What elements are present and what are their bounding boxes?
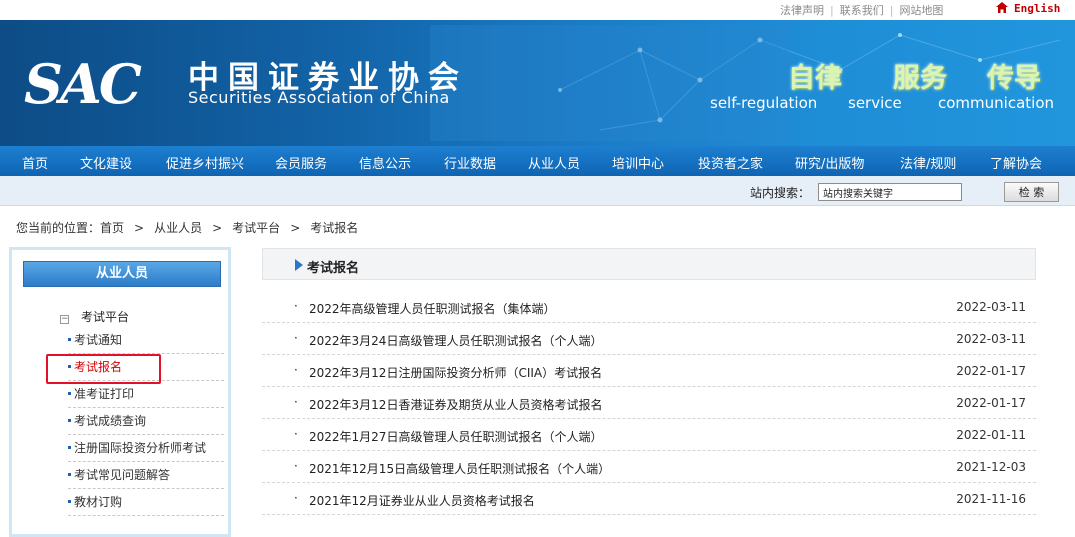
sidebar-item-score-query[interactable]: 考试成绩查询 bbox=[68, 409, 224, 435]
search-label: 站内搜索： bbox=[750, 186, 811, 200]
breadcrumb-home[interactable]: 首页 bbox=[100, 221, 124, 235]
bullet-icon bbox=[68, 338, 71, 341]
news-date: 2022-01-11 bbox=[956, 428, 1026, 442]
highlight-annotation-box bbox=[46, 354, 161, 384]
search-input[interactable] bbox=[818, 183, 962, 201]
search-button[interactable]: 检 索 bbox=[1004, 182, 1059, 202]
sidebar-item-label: 考试常见问题解答 bbox=[74, 468, 171, 482]
main-nav: 首页 文化建设 促进乡村振兴 会员服务 信息公示 行业数据 从业人员 培训中心 … bbox=[0, 146, 1075, 176]
news-date: 2022-03-11 bbox=[956, 332, 1026, 346]
breadcrumb-practitioners[interactable]: 从业人员 bbox=[154, 221, 202, 235]
news-date: 2021-12-03 bbox=[956, 460, 1026, 474]
language-label: English bbox=[1014, 2, 1061, 15]
nav-item-industry-data[interactable]: 行业数据 bbox=[444, 153, 496, 172]
sidebar-group-exam-platform[interactable]: − 考试平台 bbox=[60, 308, 129, 325]
nav-item-about[interactable]: 了解协会 bbox=[990, 153, 1042, 172]
news-date: 2022-01-17 bbox=[956, 364, 1026, 378]
content-header: 考试报名 bbox=[262, 248, 1036, 280]
news-date: 2022-01-17 bbox=[956, 396, 1026, 410]
nav-item-research[interactable]: 研究/出版物 bbox=[795, 153, 864, 172]
header-banner: SAC 中国证券业协会 Securities Association of Ch… bbox=[0, 20, 1075, 146]
language-switch[interactable]: English bbox=[996, 2, 1060, 15]
sac-logo[interactable]: SAC bbox=[24, 52, 142, 116]
news-title[interactable]: 2022年1月27日高级管理人员任职测试报名（个人端） bbox=[309, 428, 602, 445]
home-icon bbox=[996, 2, 1008, 13]
news-title[interactable]: 2022年3月24日高级管理人员任职测试报名（个人端） bbox=[309, 332, 602, 349]
nav-item-training[interactable]: 培训中心 bbox=[612, 153, 664, 172]
content-title: 考试报名 bbox=[307, 261, 360, 276]
sidebar-item-label: 考试通知 bbox=[74, 333, 123, 347]
nav-item-laws[interactable]: 法律/规则 bbox=[900, 153, 956, 172]
sidebar-item-exam-notice[interactable]: 考试通知 bbox=[68, 328, 224, 354]
slogan-communication-en: communication bbox=[938, 94, 1055, 112]
news-item[interactable]: · 2022年3月24日高级管理人员任职测试报名（个人端） 2022-03-11 bbox=[262, 323, 1036, 355]
breadcrumb-separator: > bbox=[212, 221, 223, 235]
slogan-self-regulation-en: self-regulation bbox=[710, 94, 818, 112]
news-item[interactable]: · 2022年1月27日高级管理人员任职测试报名（个人端） 2022-01-11 bbox=[262, 419, 1036, 451]
breadcrumb-exam-platform[interactable]: 考试平台 bbox=[232, 221, 280, 235]
triangle-icon bbox=[295, 259, 303, 271]
news-title[interactable]: 2022年3月12日香港证券及期货从业人员资格考试报名 bbox=[309, 396, 602, 413]
news-title[interactable]: 2021年12月15日高级管理人员任职测试报名（个人端） bbox=[309, 460, 610, 477]
news-item[interactable]: · 2022年高级管理人员任职测试报名（集体端） 2022-03-11 bbox=[262, 291, 1036, 323]
sidebar-group-label: 考试平台 bbox=[81, 310, 130, 324]
search-bar: 站内搜索： 检 索 bbox=[0, 176, 1075, 206]
slogan-communication-cn: 传导 bbox=[987, 63, 1041, 94]
nav-item-home[interactable]: 首页 bbox=[22, 153, 48, 172]
breadcrumb-prefix: 您当前的位置： bbox=[16, 221, 101, 235]
breadcrumb: 您当前的位置：首页 > 从业人员 > 考试平台 > 考试报名 bbox=[16, 219, 358, 236]
sidebar-item-textbook-order[interactable]: 教材订购 bbox=[68, 490, 224, 516]
contact-us-link[interactable]: 联系我们 bbox=[840, 4, 884, 17]
slogan-service-cn: 服务 bbox=[893, 63, 947, 94]
news-date: 2022-03-11 bbox=[956, 300, 1026, 314]
news-date: 2021-11-16 bbox=[956, 492, 1026, 506]
nav-item-practitioners[interactable]: 从业人员 bbox=[528, 153, 580, 172]
slogan-service-en: service bbox=[848, 94, 902, 112]
nav-item-culture[interactable]: 文化建设 bbox=[80, 153, 132, 172]
breadcrumb-separator: > bbox=[134, 221, 145, 235]
nav-item-rural-revitalization[interactable]: 促进乡村振兴 bbox=[166, 153, 244, 172]
news-title[interactable]: 2022年高级管理人员任职测试报名（集体端） bbox=[309, 300, 556, 317]
nav-item-member-services[interactable]: 会员服务 bbox=[275, 153, 327, 172]
nav-item-investors[interactable]: 投资者之家 bbox=[698, 153, 763, 172]
bullet-icon bbox=[68, 446, 71, 449]
bullet-icon bbox=[68, 419, 71, 422]
sidebar-item-label: 准考证打印 bbox=[74, 387, 135, 401]
breadcrumb-separator: > bbox=[290, 221, 301, 235]
sidebar: 从业人员 − 考试平台 考试通知 考试报名 准考证打印 考试成绩查询 注册国际投资… bbox=[9, 247, 231, 537]
collapse-icon[interactable]: − bbox=[60, 315, 69, 324]
site-map-link[interactable]: 网站地图 bbox=[899, 4, 943, 17]
news-item[interactable]: · 2022年3月12日香港证券及期货从业人员资格考试报名 2022-01-17 bbox=[262, 387, 1036, 419]
sidebar-item-ciia-exam[interactable]: 注册国际投资分析师考试 bbox=[68, 436, 224, 462]
legal-notice-link[interactable]: 法律声明 bbox=[780, 4, 824, 17]
breadcrumb-current: 考试报名 bbox=[310, 221, 359, 235]
bullet-icon bbox=[68, 500, 71, 503]
sidebar-item-label: 注册国际投资分析师考试 bbox=[74, 441, 207, 455]
news-title[interactable]: 2021年12月证券业从业人员资格考试报名 bbox=[309, 492, 535, 509]
slogan-self-regulation-cn: 自律 bbox=[788, 63, 842, 94]
bullet-icon bbox=[68, 392, 71, 395]
news-item[interactable]: · 2021年12月15日高级管理人员任职测试报名（个人端） 2021-12-03 bbox=[262, 451, 1036, 483]
news-item[interactable]: · 2021年12月证券业从业人员资格考试报名 2021-11-16 bbox=[262, 483, 1036, 515]
news-item[interactable]: · 2022年3月12日注册国际投资分析师（CIIA）考试报名 2022-01-17 bbox=[262, 355, 1036, 387]
bullet-icon bbox=[68, 473, 71, 476]
sidebar-item-label: 考试成绩查询 bbox=[74, 414, 147, 428]
sidebar-title[interactable]: 从业人员 bbox=[23, 261, 221, 287]
sidebar-item-admission-ticket[interactable]: 准考证打印 bbox=[68, 382, 224, 408]
news-title[interactable]: 2022年3月12日注册国际投资分析师（CIIA）考试报名 bbox=[309, 364, 602, 381]
org-name-english: Securities Association of China bbox=[188, 88, 450, 107]
sidebar-item-exam-faq[interactable]: 考试常见问题解答 bbox=[68, 463, 224, 489]
top-utility-bar: 法律声明 | 联系我们 | 网站地图 English bbox=[0, 0, 1075, 20]
sidebar-item-label: 教材订购 bbox=[74, 495, 123, 509]
nav-item-disclosure[interactable]: 信息公示 bbox=[359, 153, 411, 172]
top-links: 法律声明 | 联系我们 | 网站地图 bbox=[780, 4, 944, 17]
